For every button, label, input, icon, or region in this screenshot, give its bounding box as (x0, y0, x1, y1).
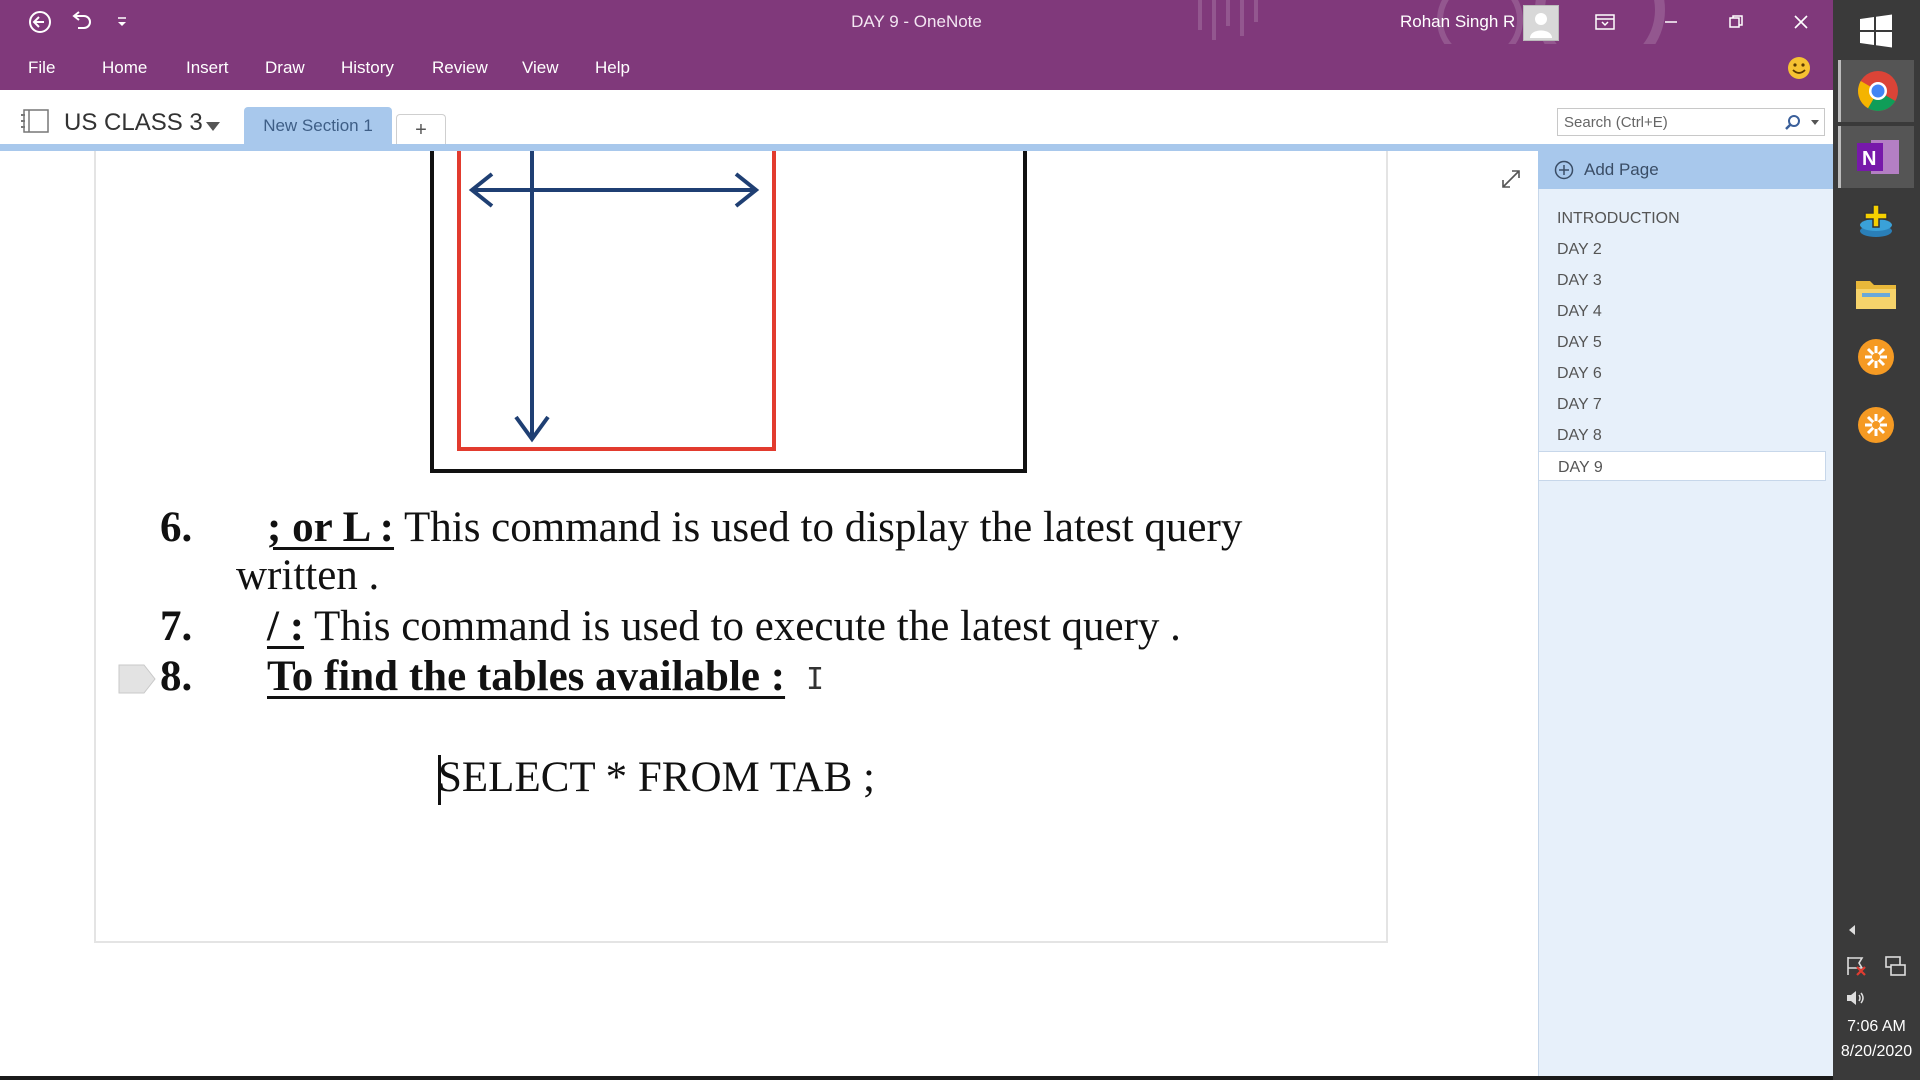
tab-review[interactable]: Review (432, 58, 488, 78)
clock-date[interactable]: 8/20/2020 (1833, 1043, 1920, 1061)
notebook-name[interactable]: US CLASS 3 (64, 109, 203, 137)
section-color-rule (0, 144, 1833, 151)
list-item-6[interactable]: 6. ; or L : This command is used to disp… (160, 503, 1242, 552)
tab-insert[interactable]: Insert (186, 58, 229, 78)
item-text: This command is used to display the late… (394, 504, 1243, 551)
ribbon-display-options-button[interactable] (1574, 0, 1636, 44)
tab-home[interactable]: Home (102, 58, 147, 78)
page-item-day-2[interactable]: DAY 2 (1538, 234, 1826, 264)
tab-draw[interactable]: Draw (265, 58, 305, 78)
search-placeholder: Search (Ctrl+E) (1564, 114, 1668, 131)
minimize-button[interactable] (1640, 0, 1702, 44)
windows-taskbar: N 7:06 AM 8/20/2020 (1833, 0, 1920, 1080)
onenote-taskbar-button[interactable]: N (1838, 126, 1914, 188)
close-icon (1794, 15, 1808, 29)
page-item-day-3[interactable]: DAY 3 (1538, 265, 1826, 295)
network-icon[interactable] (1883, 955, 1907, 977)
app-taskbar-button-1[interactable] (1838, 326, 1914, 388)
action-center-flag-icon[interactable] (1845, 955, 1869, 977)
add-circle-icon (1554, 160, 1574, 180)
svg-text:N: N (1862, 148, 1876, 170)
file-explorer-taskbar-button[interactable] (1838, 262, 1914, 324)
feedback-smiley-button[interactable] (1786, 55, 1812, 86)
item-command: / : (267, 603, 305, 650)
ribbon-display-icon (1595, 14, 1615, 30)
add-page-label: Add Page (1584, 160, 1659, 179)
text-cursor-ibeam-icon: I (806, 662, 825, 697)
user-avatar[interactable] (1523, 5, 1559, 41)
page-item-introduction[interactable]: INTRODUCTION (1538, 203, 1826, 233)
smiley-icon (1788, 57, 1810, 79)
list-item-7[interactable]: 7. / : This command is used to execute t… (160, 602, 1181, 651)
screen-bottom-edge (0, 1076, 1833, 1080)
page-item-day-5[interactable]: DAY 5 (1538, 327, 1826, 357)
tab-view[interactable]: View (522, 58, 559, 78)
orange-asterisk-icon (1858, 407, 1894, 443)
notebook-icon[interactable] (20, 108, 52, 139)
item-text: This command is used to execute the late… (304, 603, 1181, 650)
page-item-day-7[interactable]: DAY 7 (1538, 389, 1826, 419)
list-item-6-continuation[interactable]: written . (236, 551, 379, 600)
table-diagram (430, 151, 1027, 473)
close-button[interactable] (1770, 0, 1832, 44)
title-bar: DAY 9 - OneNote Rohan Singh R (0, 0, 1833, 44)
minimize-icon (1665, 21, 1677, 23)
folder-icon (1856, 281, 1896, 309)
notebook-dropdown-button[interactable] (206, 118, 220, 136)
page-item-day-4[interactable]: DAY 4 (1538, 296, 1826, 326)
database-plus-icon (1860, 204, 1892, 237)
item-number: 8. (160, 653, 193, 700)
search-icon[interactable] (1784, 114, 1802, 132)
ribbon-tab-bar: File Home Insert Draw History Review Vie… (0, 44, 1833, 90)
item-command: To find the tables available : (267, 653, 786, 700)
full-page-view-button[interactable] (1500, 168, 1522, 195)
chevron-down-icon (206, 122, 220, 131)
section-tab-new-section-1[interactable]: New Section 1 (244, 107, 392, 144)
list-item-8[interactable]: 8. To find the tables available : (160, 652, 785, 701)
database-app-taskbar-button[interactable] (1838, 192, 1914, 254)
orange-asterisk-icon (1858, 339, 1894, 375)
paragraph-handle-icon[interactable] (118, 664, 156, 699)
page-item-day-8[interactable]: DAY 8 (1538, 420, 1826, 450)
onenote-icon: N (1856, 140, 1899, 174)
item-command: ; or L : (267, 504, 395, 551)
page-item-day-6[interactable]: DAY 6 (1538, 358, 1826, 388)
search-input[interactable]: Search (Ctrl+E) (1557, 108, 1825, 136)
sql-query-text[interactable]: SELECT * FROM TAB ; (438, 753, 875, 802)
user-name[interactable]: Rohan Singh R (1400, 12, 1515, 32)
volume-icon[interactable] (1845, 988, 1867, 1008)
show-hidden-icons-arrow-icon[interactable] (1847, 924, 1857, 936)
tab-history[interactable]: History (341, 58, 394, 78)
tab-file[interactable]: File (28, 58, 55, 78)
windows-logo-icon (1860, 14, 1892, 48)
expand-arrows-icon (1502, 170, 1520, 188)
start-button[interactable] (1838, 0, 1914, 62)
restore-button[interactable] (1705, 0, 1767, 44)
add-page-button[interactable]: Add Page (1538, 151, 1833, 189)
tab-help[interactable]: Help (595, 58, 630, 78)
app-taskbar-button-2[interactable] (1838, 394, 1914, 456)
item-number: 6. (160, 504, 193, 551)
chrome-icon (1857, 71, 1898, 111)
add-section-button[interactable]: + (396, 114, 446, 145)
page-item-day-9[interactable]: DAY 9 (1538, 451, 1826, 481)
search-scope-caret-icon[interactable] (1811, 120, 1819, 125)
restore-icon (1729, 15, 1743, 28)
item-number: 7. (160, 603, 193, 650)
clock-time[interactable]: 7:06 AM (1833, 1018, 1920, 1036)
user-silhouette-icon (1530, 13, 1552, 38)
chrome-taskbar-button[interactable] (1838, 60, 1914, 122)
